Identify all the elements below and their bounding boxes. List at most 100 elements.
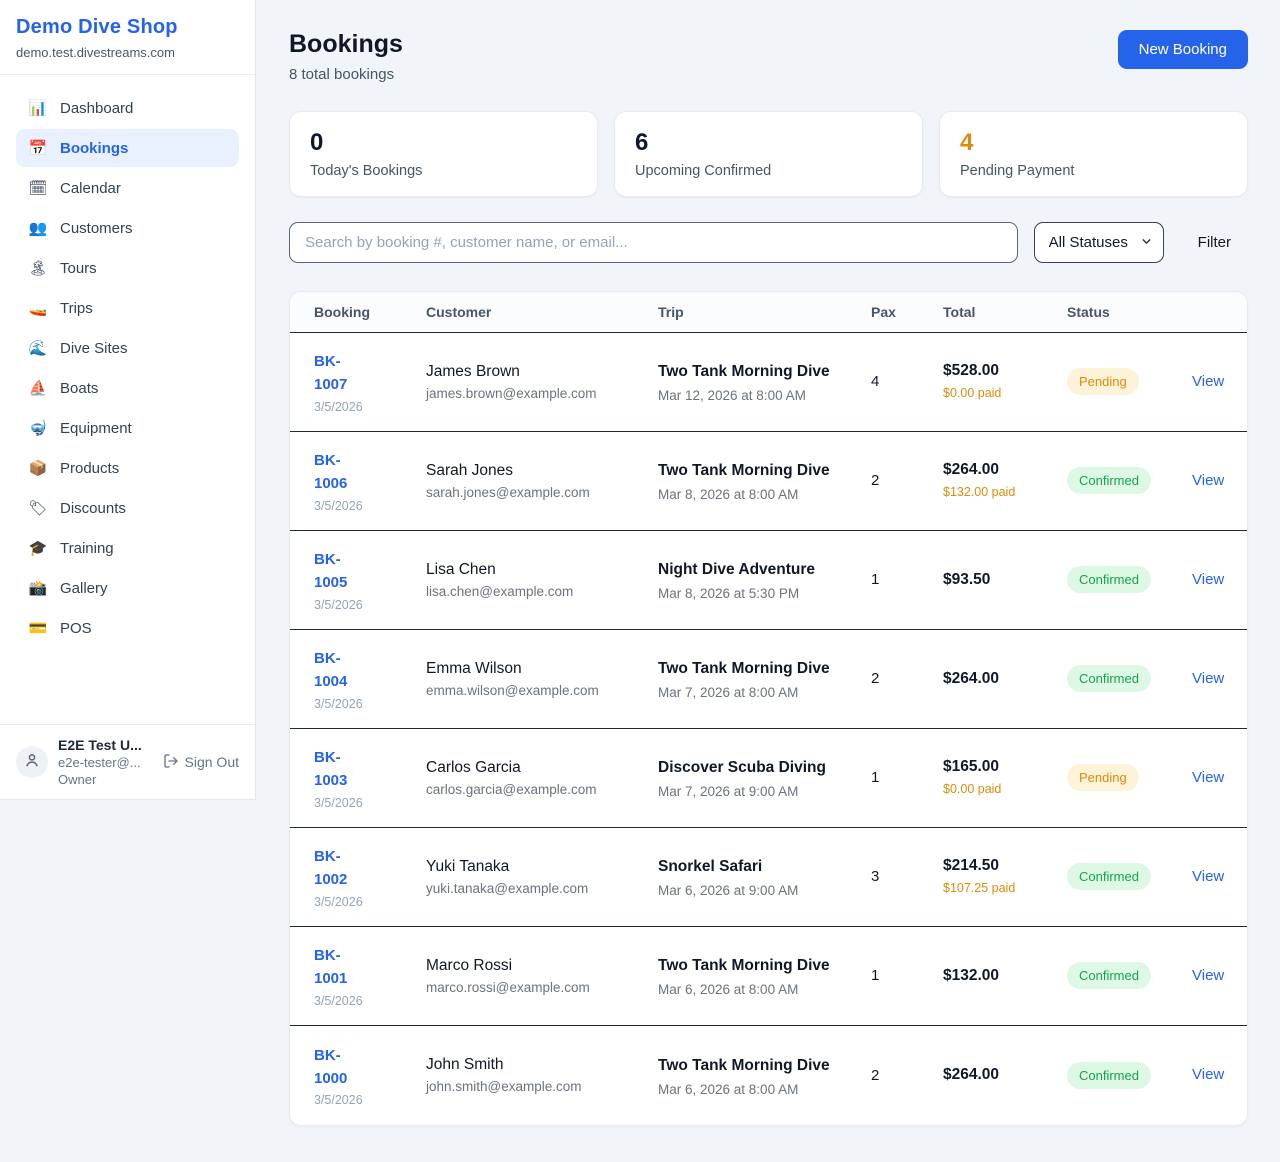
actions-cell: View bbox=[1192, 1066, 1224, 1084]
status-filter-select[interactable]: All Statuses bbox=[1034, 222, 1164, 263]
status-cell: Confirmed bbox=[1067, 962, 1192, 989]
trip-datetime: Mar 6, 2026 at 8:00 AM bbox=[658, 1082, 871, 1097]
view-link[interactable]: View bbox=[1192, 1066, 1224, 1083]
total-amount: $264.00 bbox=[943, 670, 1067, 688]
status-badge: Confirmed bbox=[1067, 665, 1151, 692]
stat-value: 4 bbox=[960, 129, 1227, 158]
column-header-customer: Customer bbox=[426, 292, 658, 332]
sidebar-item-equipment[interactable]: 🤿 Equipment bbox=[16, 409, 239, 447]
trip-cell: Two Tank Morning Dive Mar 8, 2026 at 8:0… bbox=[658, 459, 871, 502]
sidebar-item-icon: 📅 bbox=[28, 139, 48, 157]
column-header-trip: Trip bbox=[658, 292, 871, 332]
sidebar-item-label: Training bbox=[60, 540, 114, 557]
search-input[interactable] bbox=[289, 222, 1018, 263]
booking-id-link[interactable]: BK-1005 bbox=[314, 548, 370, 595]
booking-id-link[interactable]: BK-1001 bbox=[314, 944, 370, 991]
booking-id-link[interactable]: BK-1002 bbox=[314, 845, 370, 892]
table-row: BK-1000 3/5/2026 John Smith john.smith@e… bbox=[290, 1026, 1247, 1125]
booking-id-link[interactable]: BK-1004 bbox=[314, 647, 370, 694]
sidebar-item-bookings[interactable]: 📅 Bookings bbox=[16, 129, 239, 167]
sidebar-item-label: POS bbox=[60, 620, 92, 637]
sidebar-item-calendar[interactable]: 🗓 Calendar bbox=[16, 169, 239, 207]
customer-name: Emma Wilson bbox=[426, 660, 658, 678]
pax-cell: 4 bbox=[871, 373, 943, 390]
total-amount: $132.00 bbox=[943, 967, 1067, 985]
customer-name: John Smith bbox=[426, 1056, 658, 1074]
customer-name: Carlos Garcia bbox=[426, 759, 658, 777]
sidebar: Demo Dive Shop demo.test.divestreams.com… bbox=[0, 0, 256, 800]
status-badge: Confirmed bbox=[1067, 863, 1151, 890]
sidebar-item-customers[interactable]: 👥 Customers bbox=[16, 209, 239, 247]
sidebar-item-trips[interactable]: 🚤 Trips bbox=[16, 289, 239, 327]
total-amount: $264.00 bbox=[943, 461, 1067, 479]
stat-card: 6 Upcoming Confirmed bbox=[614, 111, 923, 197]
sidebar-item-icon: 🌊 bbox=[28, 339, 48, 357]
view-link[interactable]: View bbox=[1192, 967, 1224, 984]
actions-cell: View bbox=[1192, 868, 1224, 886]
trip-cell: Snorkel Safari Mar 6, 2026 at 9:00 AM bbox=[658, 855, 871, 898]
trip-cell: Two Tank Morning Dive Mar 12, 2026 at 8:… bbox=[658, 360, 871, 403]
status-badge: Pending bbox=[1067, 368, 1139, 395]
trip-datetime: Mar 6, 2026 at 9:00 AM bbox=[658, 883, 871, 898]
sidebar-item-discounts[interactable]: 🏷 Discounts bbox=[16, 489, 239, 527]
trip-name: Discover Scuba Diving bbox=[658, 756, 853, 780]
view-link[interactable]: View bbox=[1192, 769, 1224, 786]
booking-cell: BK-1007 3/5/2026 bbox=[314, 350, 426, 414]
sign-out-button[interactable]: Sign Out bbox=[163, 753, 239, 772]
sidebar-item-label: Products bbox=[60, 460, 119, 477]
bookings-table: Booking Customer Trip Pax Total Status B… bbox=[289, 291, 1248, 1126]
trip-datetime: Mar 7, 2026 at 9:00 AM bbox=[658, 784, 871, 799]
customer-email: emma.wilson@example.com bbox=[426, 683, 658, 698]
sidebar-item-icon: 🚤 bbox=[28, 299, 48, 317]
sidebar-item-boats[interactable]: ⛵ Boats bbox=[16, 369, 239, 407]
sidebar-item-products[interactable]: 📦 Products bbox=[16, 449, 239, 487]
table-row: BK-1006 3/5/2026 Sarah Jones sarah.jones… bbox=[290, 432, 1247, 531]
sidebar-item-label: Discounts bbox=[60, 500, 126, 517]
view-link[interactable]: View bbox=[1192, 571, 1224, 588]
status-badge: Confirmed bbox=[1067, 962, 1151, 989]
sidebar-item-training[interactable]: 🎓 Training bbox=[16, 529, 239, 567]
status-badge: Pending bbox=[1067, 764, 1139, 791]
trip-datetime: Mar 7, 2026 at 8:00 AM bbox=[658, 685, 871, 700]
filter-button[interactable]: Filter bbox=[1198, 234, 1231, 251]
booking-id-link[interactable]: BK-1007 bbox=[314, 350, 370, 397]
sidebar-item-dive-sites[interactable]: 🌊 Dive Sites bbox=[16, 329, 239, 367]
booking-cell: BK-1004 3/5/2026 bbox=[314, 647, 426, 711]
booking-id-link[interactable]: BK-1006 bbox=[314, 449, 370, 496]
sidebar-item-tours[interactable]: 🏝 Tours bbox=[16, 249, 239, 287]
view-link[interactable]: View bbox=[1192, 472, 1224, 489]
actions-cell: View bbox=[1192, 769, 1224, 787]
sidebar-item-gallery[interactable]: 📸 Gallery bbox=[16, 569, 239, 607]
sidebar-item-icon: 🏷 bbox=[28, 499, 48, 517]
sidebar-item-dashboard[interactable]: 📊 Dashboard bbox=[16, 89, 239, 127]
trip-name: Two Tank Morning Dive bbox=[658, 459, 853, 483]
sidebar-item-pos[interactable]: 💳 POS bbox=[16, 609, 239, 647]
sidebar-item-icon: 🤿 bbox=[28, 419, 48, 437]
sidebar-user-footer: E2E Test U... e2e-tester@... Owner Sign … bbox=[0, 724, 255, 799]
trip-datetime: Mar 8, 2026 at 5:30 PM bbox=[658, 586, 871, 601]
booking-id-link[interactable]: BK-1000 bbox=[314, 1044, 370, 1091]
view-link[interactable]: View bbox=[1192, 868, 1224, 885]
total-amount: $214.50 bbox=[943, 857, 1067, 875]
new-booking-button[interactable]: New Booking bbox=[1118, 30, 1248, 69]
status-cell: Confirmed bbox=[1067, 863, 1192, 890]
paid-amount: $132.00 paid bbox=[943, 483, 1018, 501]
trip-name: Two Tank Morning Dive bbox=[658, 954, 853, 978]
total-cell: $528.00 $0.00 paid bbox=[943, 362, 1067, 402]
view-link[interactable]: View bbox=[1192, 373, 1224, 390]
user-name: E2E Test U... bbox=[58, 737, 153, 753]
customer-name: Sarah Jones bbox=[426, 462, 658, 480]
status-cell: Confirmed bbox=[1067, 665, 1192, 692]
trip-datetime: Mar 12, 2026 at 8:00 AM bbox=[658, 388, 871, 403]
view-link[interactable]: View bbox=[1192, 670, 1224, 687]
customer-name: Yuki Tanaka bbox=[426, 858, 658, 876]
sidebar-nav: 📊 Dashboard 📅 Bookings 🗓 Calendar 👥 Cust… bbox=[0, 75, 255, 724]
booking-id-link[interactable]: BK-1003 bbox=[314, 746, 370, 793]
trip-name: Night Dive Adventure bbox=[658, 558, 853, 582]
page-header: Bookings 8 total bookings New Booking bbox=[289, 30, 1248, 83]
main-content: Bookings 8 total bookings New Booking 0 … bbox=[256, 0, 1280, 1160]
customer-cell: Sarah Jones sarah.jones@example.com bbox=[426, 462, 658, 500]
customer-name: Marco Rossi bbox=[426, 957, 658, 975]
customer-cell: Emma Wilson emma.wilson@example.com bbox=[426, 660, 658, 698]
customer-email: marco.rossi@example.com bbox=[426, 980, 658, 995]
